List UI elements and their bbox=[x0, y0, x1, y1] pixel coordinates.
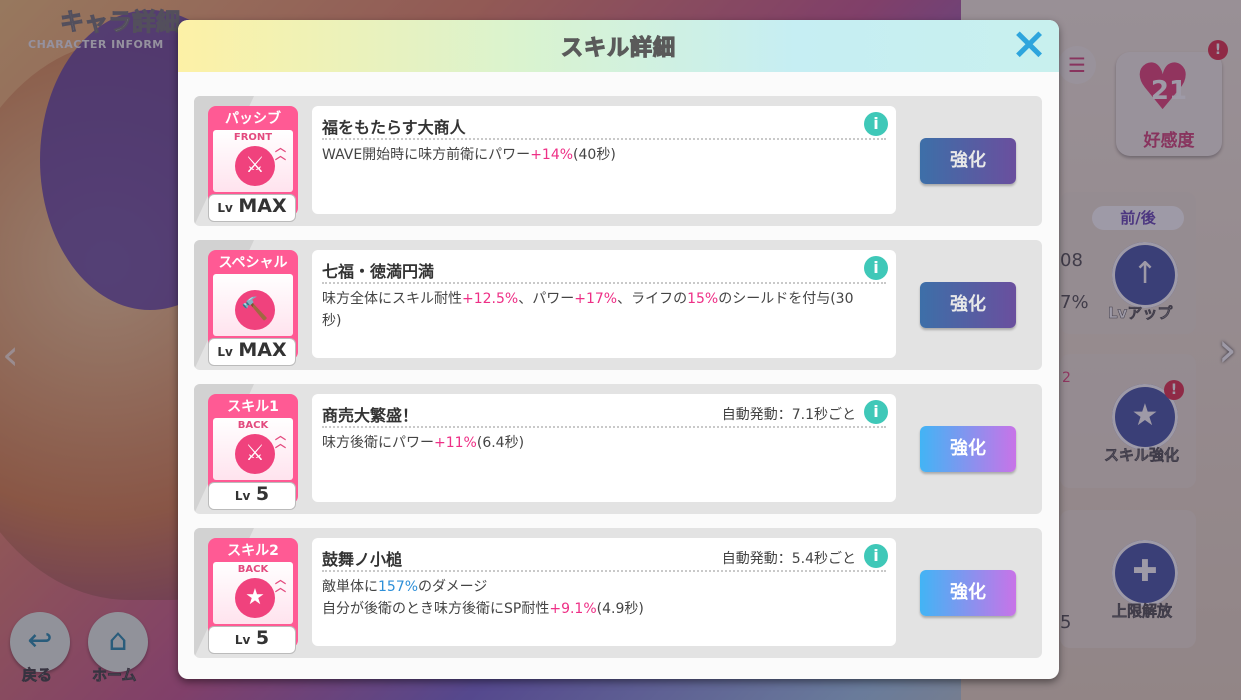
sword-icon: ⚔ bbox=[235, 146, 275, 186]
divider bbox=[322, 138, 886, 140]
modal-title: スキル詳細 bbox=[560, 35, 676, 61]
skill-row: スペシャル 🔨 ︿︿ Lv MAX 七福・徳満円満 i 味方全体にスキル耐性+1… bbox=[194, 240, 1042, 370]
highlight-value: +11% bbox=[434, 435, 477, 451]
description-text: 、ライフの bbox=[617, 291, 688, 307]
skill-name: 鼓舞ノ小槌 bbox=[322, 550, 403, 569]
divider bbox=[322, 570, 886, 572]
skill-badge: パッシブ FRONT ⚔ ︿ ︿ Lv MAX bbox=[208, 106, 298, 222]
sword-icon: ⚔ bbox=[235, 434, 275, 474]
description-line: 味方後衛にパワー+11%(6.4秒) bbox=[322, 432, 876, 454]
skill-card: 七福・徳満円満 i 味方全体にスキル耐性+12.5%、パワー+17%、ライフの1… bbox=[312, 250, 896, 358]
description-line: WAVE開始時に味方前衛にパワー+14%(40秒) bbox=[322, 144, 876, 166]
skill-name: 商売大繁盛！ bbox=[322, 406, 419, 425]
description-text: 秒) bbox=[322, 313, 342, 329]
upgrade-button[interactable]: 強化 bbox=[920, 426, 1016, 472]
description-text: WAVE開始時に味方前衛にパワー bbox=[322, 147, 531, 163]
skill-badge: スキル1 BACK ⚔ ︿ ︿ Lv 5 bbox=[208, 394, 298, 510]
description-text: (4.9秒) bbox=[596, 601, 644, 617]
description-line: 味方全体にスキル耐性+12.5%、パワー+17%、ライフの15%のシールドを付与… bbox=[322, 288, 876, 310]
skill-detail-modal: スキル詳細 × パッシブ FRONT ⚔ ︿ ︿ Lv MAX 福をもたらす大商人… bbox=[178, 20, 1059, 679]
skill-level: Lv MAX bbox=[208, 194, 296, 222]
info-icon[interactable]: i bbox=[864, 256, 888, 280]
level-value: MAX bbox=[238, 339, 287, 361]
info-icon[interactable]: i bbox=[864, 400, 888, 424]
skill-badge: スペシャル 🔨 ︿︿ Lv MAX bbox=[208, 250, 298, 366]
skill-icon-frame: FRONT ⚔ ︿ ︿ bbox=[213, 130, 293, 192]
skill-level: Lv MAX bbox=[208, 338, 296, 366]
skill-type-label: パッシブ bbox=[225, 111, 281, 127]
level-prefix: Lv bbox=[234, 633, 251, 647]
description-text: 自分が後衛のとき味方後衛にSP耐性 bbox=[322, 601, 550, 617]
level-prefix: Lv bbox=[217, 201, 233, 215]
skill-icon-frame: 🔨 ︿︿ bbox=[213, 274, 293, 336]
description-text: のダメージ bbox=[418, 579, 488, 595]
skill-type-label: スキル2 bbox=[227, 543, 279, 559]
description-line: 自分が後衛のとき味方後衛にSP耐性+9.1%(4.9秒) bbox=[322, 598, 876, 620]
description-text: 、パワー bbox=[518, 291, 575, 307]
skill-row: スキル1 BACK ⚔ ︿ ︿ Lv 5 商売大繁盛！ 自動発動：7.1秒ごと i… bbox=[194, 384, 1042, 514]
shield-star-icon: ★ bbox=[235, 578, 275, 618]
skill-type-label: スキル1 bbox=[227, 399, 279, 415]
level-value: MAX bbox=[238, 195, 287, 217]
description-text: のシールドを付与(30 bbox=[718, 291, 854, 307]
skill-auto-trigger: 自動発動：5.4秒ごと bbox=[721, 551, 856, 567]
description-text: (40秒) bbox=[573, 147, 616, 163]
skill-row: スキル2 BACK ★ ︿ ︿ Lv 5 鼓舞ノ小槌 自動発動：5.4秒ごと i … bbox=[194, 528, 1042, 658]
close-icon[interactable]: × bbox=[1009, 22, 1049, 66]
skill-card: 鼓舞ノ小槌 自動発動：5.4秒ごと i 敵単体に157%のダメージ 自分が後衛のと… bbox=[312, 538, 896, 646]
level-prefix: Lv bbox=[217, 345, 233, 359]
highlight-value: +14% bbox=[530, 147, 574, 163]
level-value: 5 bbox=[255, 627, 270, 649]
upgrade-button[interactable]: 強化 bbox=[920, 570, 1016, 616]
skill-card: 福をもたらす大商人 i WAVE開始時に味方前衛にパワー+14%(40秒) bbox=[312, 106, 896, 214]
info-icon[interactable]: i bbox=[864, 544, 888, 568]
modal-header: スキル詳細 × bbox=[178, 20, 1059, 72]
skill-description: WAVE開始時に味方前衛にパワー+14%(40秒) bbox=[322, 144, 876, 166]
skill-icon-frame: BACK ★ ︿ ︿ bbox=[213, 562, 293, 624]
skill-name: 七福・徳満円満 bbox=[322, 262, 435, 281]
mallet-icon: 🔨 bbox=[235, 290, 275, 330]
description-line: 敵単体に157%のダメージ bbox=[322, 576, 876, 598]
skill-level: Lv 5 bbox=[208, 626, 296, 654]
skill-card: 商売大繁盛！ 自動発動：7.1秒ごと i 味方後衛にパワー+11%(6.4秒) bbox=[312, 394, 896, 502]
upgrade-button[interactable]: 強化 bbox=[920, 282, 1016, 328]
description-text: 味方後衛にパワー bbox=[322, 435, 434, 451]
highlight-value: +12.5% bbox=[462, 291, 519, 307]
level-prefix: Lv bbox=[234, 489, 251, 503]
chevron-up-icon: ︿ ︿ bbox=[275, 573, 286, 594]
info-icon[interactable]: i bbox=[864, 112, 888, 136]
level-value: 5 bbox=[255, 483, 270, 505]
description-text: (6.4秒) bbox=[476, 435, 525, 451]
skill-row: パッシブ FRONT ⚔ ︿ ︿ Lv MAX 福をもたらす大商人 i WAVE開… bbox=[194, 96, 1042, 226]
divider bbox=[322, 282, 886, 284]
description-line: 秒) bbox=[322, 310, 876, 332]
skill-icon-frame: BACK ⚔ ︿ ︿ bbox=[213, 418, 293, 480]
upgrade-button[interactable]: 強化 bbox=[920, 138, 1016, 184]
skill-name: 福をもたらす大商人 bbox=[322, 118, 466, 137]
highlight-value: 157% bbox=[378, 579, 419, 595]
skill-badge: スキル2 BACK ★ ︿ ︿ Lv 5 bbox=[208, 538, 298, 654]
highlight-value: +17% bbox=[574, 291, 618, 307]
skill-description: 味方全体にスキル耐性+12.5%、パワー+17%、ライフの15%のシールドを付与… bbox=[322, 288, 876, 332]
description-text: 味方全体にスキル耐性 bbox=[322, 291, 462, 307]
skill-type-label: スペシャル bbox=[218, 255, 288, 271]
chevron-up-icon: ︿ ︿ bbox=[275, 429, 286, 450]
chevron-up-icon: ︿ ︿ bbox=[275, 141, 286, 162]
skill-description: 敵単体に157%のダメージ 自分が後衛のとき味方後衛にSP耐性+9.1%(4.9秒… bbox=[322, 576, 876, 620]
divider bbox=[322, 426, 886, 428]
highlight-value: +9.1% bbox=[549, 601, 597, 617]
description-text: 敵単体に bbox=[322, 579, 378, 595]
skill-level: Lv 5 bbox=[208, 482, 296, 510]
skill-description: 味方後衛にパワー+11%(6.4秒) bbox=[322, 432, 876, 454]
skill-auto-trigger: 自動発動：7.1秒ごと bbox=[721, 407, 856, 423]
highlight-value: 15% bbox=[687, 291, 719, 307]
